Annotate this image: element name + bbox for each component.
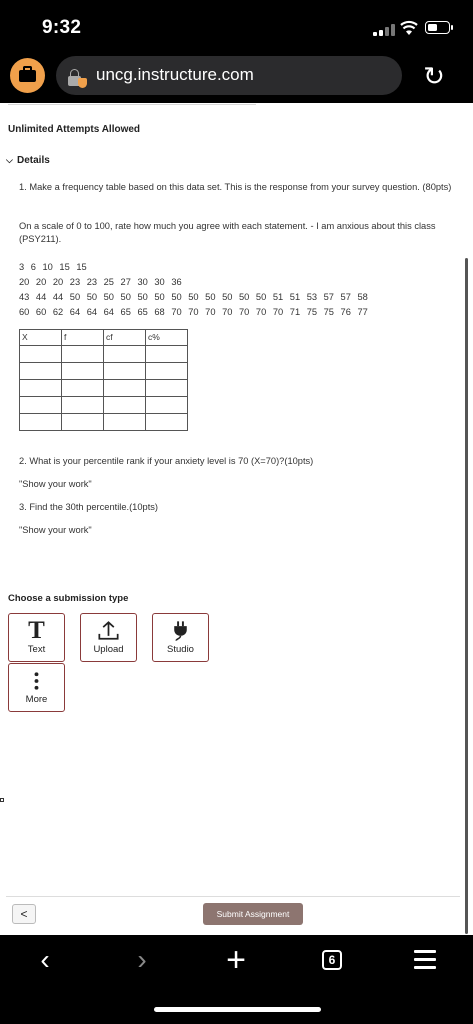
more-submission-button[interactable]: More — [8, 663, 65, 712]
submit-assignment-button[interactable]: Submit Assignment — [203, 903, 303, 925]
back-icon[interactable]: ‹ — [33, 945, 57, 975]
clock: 9:32 — [42, 17, 82, 38]
data-row: 3 6 10 15 15 — [19, 262, 87, 272]
button-label: Studio — [167, 644, 194, 655]
details-toggle[interactable]: ⌵ Details — [6, 155, 50, 166]
phone-screen: 9:32 uncg.instructure.com ↻ Unlimited At… — [0, 0, 473, 1024]
reload-icon[interactable]: ↻ — [420, 62, 448, 90]
frequency-table: X f cf c% — [19, 329, 188, 431]
chevron-left-icon: < — [20, 907, 28, 921]
chevron-down-icon: ⌵ — [6, 155, 13, 165]
briefcase-icon[interactable] — [10, 58, 45, 93]
divider — [8, 104, 256, 105]
table-header-cell: f — [61, 329, 104, 346]
table-header-cell: X — [19, 329, 62, 346]
question-2: 2. What is your percentile rank if your … — [19, 456, 314, 466]
shield-icon — [78, 78, 87, 88]
text-submission-button[interactable]: T Text — [8, 613, 65, 662]
show-work-note: "Show your work" — [19, 479, 92, 489]
details-label: Details — [17, 155, 50, 166]
submission-type-title: Choose a submission type — [8, 593, 129, 604]
browser-toolbar: ‹ › + 6 — [0, 935, 473, 1024]
attempts-label: Unlimited Attempts Allowed — [8, 124, 141, 135]
button-label: Text — [27, 644, 46, 655]
data-row: 60 60 62 64 64 64 65 65 68 70 70 70 70 7… — [19, 307, 368, 317]
menu-icon[interactable] — [414, 950, 436, 970]
table-row — [19, 413, 188, 431]
show-work-note: "Show your work" — [19, 525, 92, 535]
table-row — [19, 362, 188, 380]
studio-submission-button[interactable]: Studio — [152, 613, 209, 662]
button-label: More — [25, 694, 48, 705]
vertical-dots-icon — [34, 672, 39, 690]
button-label: Upload — [93, 644, 124, 655]
url-text: uncg.instructure.com — [96, 65, 254, 84]
new-tab-icon[interactable]: + — [222, 943, 250, 977]
tabs-button[interactable]: 6 — [322, 950, 342, 970]
scrollbar[interactable] — [465, 258, 468, 934]
battery-icon — [425, 21, 453, 34]
data-set: 3 6 10 15 15 20 20 20 23 23 25 27 30 30 … — [19, 261, 473, 321]
table-row — [19, 396, 188, 414]
cellular-signal-icon — [373, 24, 395, 36]
page-marker — [0, 798, 4, 802]
status-bar: 9:32 — [0, 0, 473, 50]
address-bar-row: uncg.instructure.com ↻ — [0, 50, 473, 103]
question-3: 3. Find the 30th percentile.(10pts) — [19, 502, 159, 512]
question-1: 1. Make a frequency table based on this … — [19, 182, 452, 192]
home-indicator[interactable] — [154, 1007, 321, 1012]
forward-icon[interactable]: › — [130, 945, 154, 975]
table-header-cell: cf — [103, 329, 146, 346]
data-row: 20 20 20 23 23 25 27 30 30 36 — [19, 277, 182, 287]
table-row — [19, 379, 188, 397]
plug-icon — [174, 621, 187, 641]
text-icon: T — [28, 617, 45, 644]
table-header-row: X f cf c% — [19, 329, 188, 346]
previous-button[interactable]: < — [12, 904, 36, 924]
data-row: 43 44 44 50 50 50 50 50 50 50 50 50 50 5… — [19, 292, 368, 302]
table-header-cell: c% — [145, 329, 188, 346]
scale-statement: On a scale of 0 to 100, rate how much yo… — [19, 221, 436, 244]
table-row — [19, 345, 188, 363]
url-field[interactable]: uncg.instructure.com — [56, 56, 402, 95]
page-content: Unlimited Attempts Allowed ⌵ Details 1. M… — [0, 103, 473, 935]
wifi-icon — [400, 20, 418, 35]
upload-submission-button[interactable]: Upload — [80, 613, 137, 662]
divider — [6, 896, 460, 897]
upload-arrow-icon — [98, 621, 119, 640]
